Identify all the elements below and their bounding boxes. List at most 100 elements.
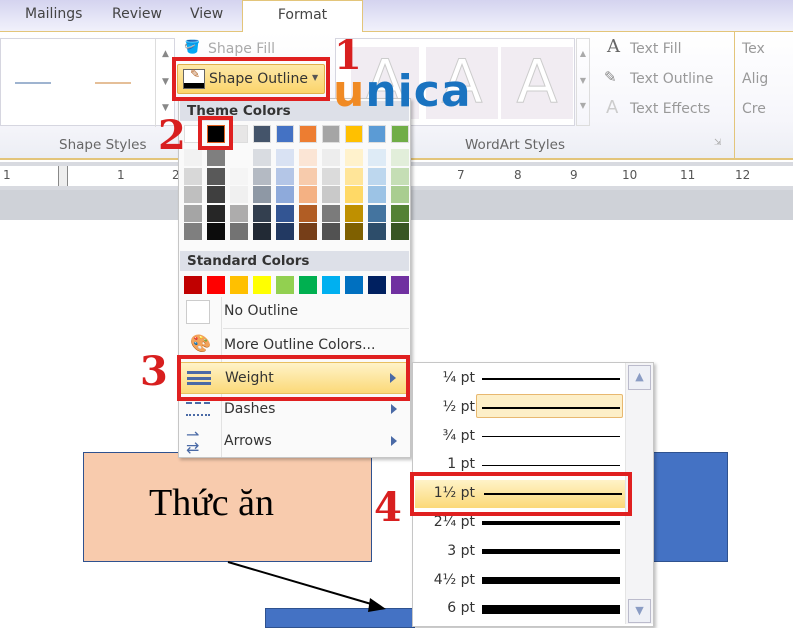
theme-color-swatch[interactable] xyxy=(368,223,386,240)
standard-color-swatch[interactable] xyxy=(391,276,409,294)
theme-color-swatch[interactable] xyxy=(322,125,340,143)
theme-color-swatch[interactable] xyxy=(184,167,202,185)
theme-color-swatch[interactable] xyxy=(368,186,386,203)
dashes-label: Dashes xyxy=(224,401,276,417)
standard-color-swatch[interactable] xyxy=(368,276,386,294)
theme-color-swatch[interactable] xyxy=(345,125,363,143)
tab-mailings[interactable]: Mailings xyxy=(25,6,82,22)
theme-color-swatch[interactable] xyxy=(299,167,317,185)
theme-color-swatch[interactable] xyxy=(253,204,271,222)
theme-color-swatch[interactable] xyxy=(322,223,340,240)
theme-color-swatch[interactable] xyxy=(276,167,294,185)
theme-color-swatch[interactable] xyxy=(391,204,409,222)
theme-color-swatch[interactable] xyxy=(276,186,294,203)
shape-fill-button[interactable]: Shape Fill xyxy=(208,41,275,57)
theme-color-swatch[interactable] xyxy=(299,204,317,222)
ruler-num: 1 xyxy=(117,168,125,182)
theme-color-swatch[interactable] xyxy=(253,125,271,143)
align-text-button[interactable]: Alig xyxy=(742,71,768,87)
theme-color-swatch[interactable] xyxy=(276,125,294,143)
theme-color-swatch[interactable] xyxy=(230,167,248,185)
theme-color-swatch[interactable] xyxy=(345,223,363,240)
theme-color-swatch[interactable] xyxy=(322,149,340,166)
theme-color-swatch[interactable] xyxy=(184,204,202,222)
dialog-launcher-icon[interactable]: ⇲ xyxy=(714,138,722,148)
text-outline-button[interactable]: Text Outline xyxy=(630,71,713,87)
theme-color-swatch[interactable] xyxy=(368,149,386,166)
theme-color-swatch[interactable] xyxy=(230,223,248,240)
weight-option[interactable]: ¾ pt xyxy=(413,423,625,451)
standard-color-swatch[interactable] xyxy=(345,276,363,294)
tab-view[interactable]: View xyxy=(190,6,223,22)
theme-color-swatch[interactable] xyxy=(184,223,202,240)
theme-color-swatch[interactable] xyxy=(391,149,409,166)
text-fill-button[interactable]: Text Fill xyxy=(630,41,681,57)
theme-color-swatch[interactable] xyxy=(345,167,363,185)
text-direction-button[interactable]: Tex xyxy=(742,41,765,57)
weight-option[interactable]: 6 pt xyxy=(413,595,625,623)
theme-color-swatch[interactable] xyxy=(299,186,317,203)
theme-color-swatch[interactable] xyxy=(368,125,386,143)
no-outline-item[interactable]: No Outline xyxy=(180,296,409,328)
weight-option[interactable]: 4½ pt xyxy=(413,567,625,595)
theme-color-swatch[interactable] xyxy=(391,125,409,143)
theme-color-swatch[interactable] xyxy=(230,186,248,203)
weight-option[interactable]: ½ pt xyxy=(413,393,625,422)
theme-color-swatch[interactable] xyxy=(391,167,409,185)
theme-color-swatch[interactable] xyxy=(299,149,317,166)
shape-styles-gallery[interactable]: ▲ ▼ ▼ xyxy=(0,38,175,127)
theme-color-swatch[interactable] xyxy=(276,204,294,222)
text-effects-button[interactable]: Text Effects xyxy=(630,101,710,117)
style-preview-blue[interactable] xyxy=(15,82,51,84)
theme-color-swatch[interactable] xyxy=(345,204,363,222)
theme-color-swatch[interactable] xyxy=(230,204,248,222)
theme-color-swatch[interactable] xyxy=(276,149,294,166)
tab-format[interactable]: Format xyxy=(242,0,363,33)
theme-color-swatch[interactable] xyxy=(368,204,386,222)
theme-color-swatch[interactable] xyxy=(322,167,340,185)
theme-color-swatch[interactable] xyxy=(322,204,340,222)
standard-color-swatch[interactable] xyxy=(276,276,294,294)
standard-color-swatch[interactable] xyxy=(207,276,225,294)
weight-option[interactable]: 3 pt xyxy=(413,538,625,566)
wordart-scroll[interactable]: ▲ ▼ ▼ xyxy=(576,38,590,126)
theme-color-swatch[interactable] xyxy=(253,186,271,203)
standard-color-swatch[interactable] xyxy=(253,276,271,294)
arrows-label: Arrows xyxy=(224,433,272,449)
standard-color-swatch[interactable] xyxy=(322,276,340,294)
theme-color-swatch[interactable] xyxy=(207,167,225,185)
theme-color-swatch[interactable] xyxy=(299,223,317,240)
scroll-up-button[interactable]: ▲ xyxy=(628,365,651,390)
weight-option[interactable]: ¼ pt xyxy=(413,365,625,393)
theme-color-swatch[interactable] xyxy=(322,186,340,203)
theme-color-swatch[interactable] xyxy=(184,186,202,203)
theme-color-swatch[interactable] xyxy=(391,223,409,240)
indent-marker[interactable] xyxy=(58,166,68,186)
theme-color-swatch[interactable] xyxy=(253,167,271,185)
text-effects-icon: A xyxy=(606,97,619,118)
standard-color-swatch[interactable] xyxy=(184,276,202,294)
scroll-down-button[interactable]: ▼ xyxy=(628,599,651,623)
theme-color-swatch[interactable] xyxy=(230,149,248,166)
style-preview-orange[interactable] xyxy=(95,82,131,84)
theme-color-swatch[interactable] xyxy=(207,149,225,166)
theme-color-swatch[interactable] xyxy=(345,149,363,166)
theme-color-swatch[interactable] xyxy=(345,186,363,203)
theme-color-swatch[interactable] xyxy=(253,149,271,166)
arrows-item[interactable]: ⇀ ⇄ Arrows xyxy=(180,426,409,458)
theme-color-swatch[interactable] xyxy=(207,204,225,222)
tab-review[interactable]: Review xyxy=(112,6,162,22)
create-link-button[interactable]: Cre xyxy=(742,101,766,117)
theme-color-swatch[interactable] xyxy=(276,223,294,240)
theme-color-swatch[interactable] xyxy=(207,186,225,203)
theme-color-swatch[interactable] xyxy=(391,186,409,203)
theme-color-swatch[interactable] xyxy=(368,167,386,185)
standard-color-swatch[interactable] xyxy=(230,276,248,294)
standard-color-swatch[interactable] xyxy=(299,276,317,294)
theme-color-swatch[interactable] xyxy=(253,223,271,240)
theme-color-swatch[interactable] xyxy=(299,125,317,143)
theme-color-swatch[interactable] xyxy=(184,149,202,166)
theme-color-swatch[interactable] xyxy=(207,223,225,240)
wordart-style-3[interactable]: A xyxy=(501,47,573,119)
step-2-label: 2 xyxy=(158,112,186,159)
